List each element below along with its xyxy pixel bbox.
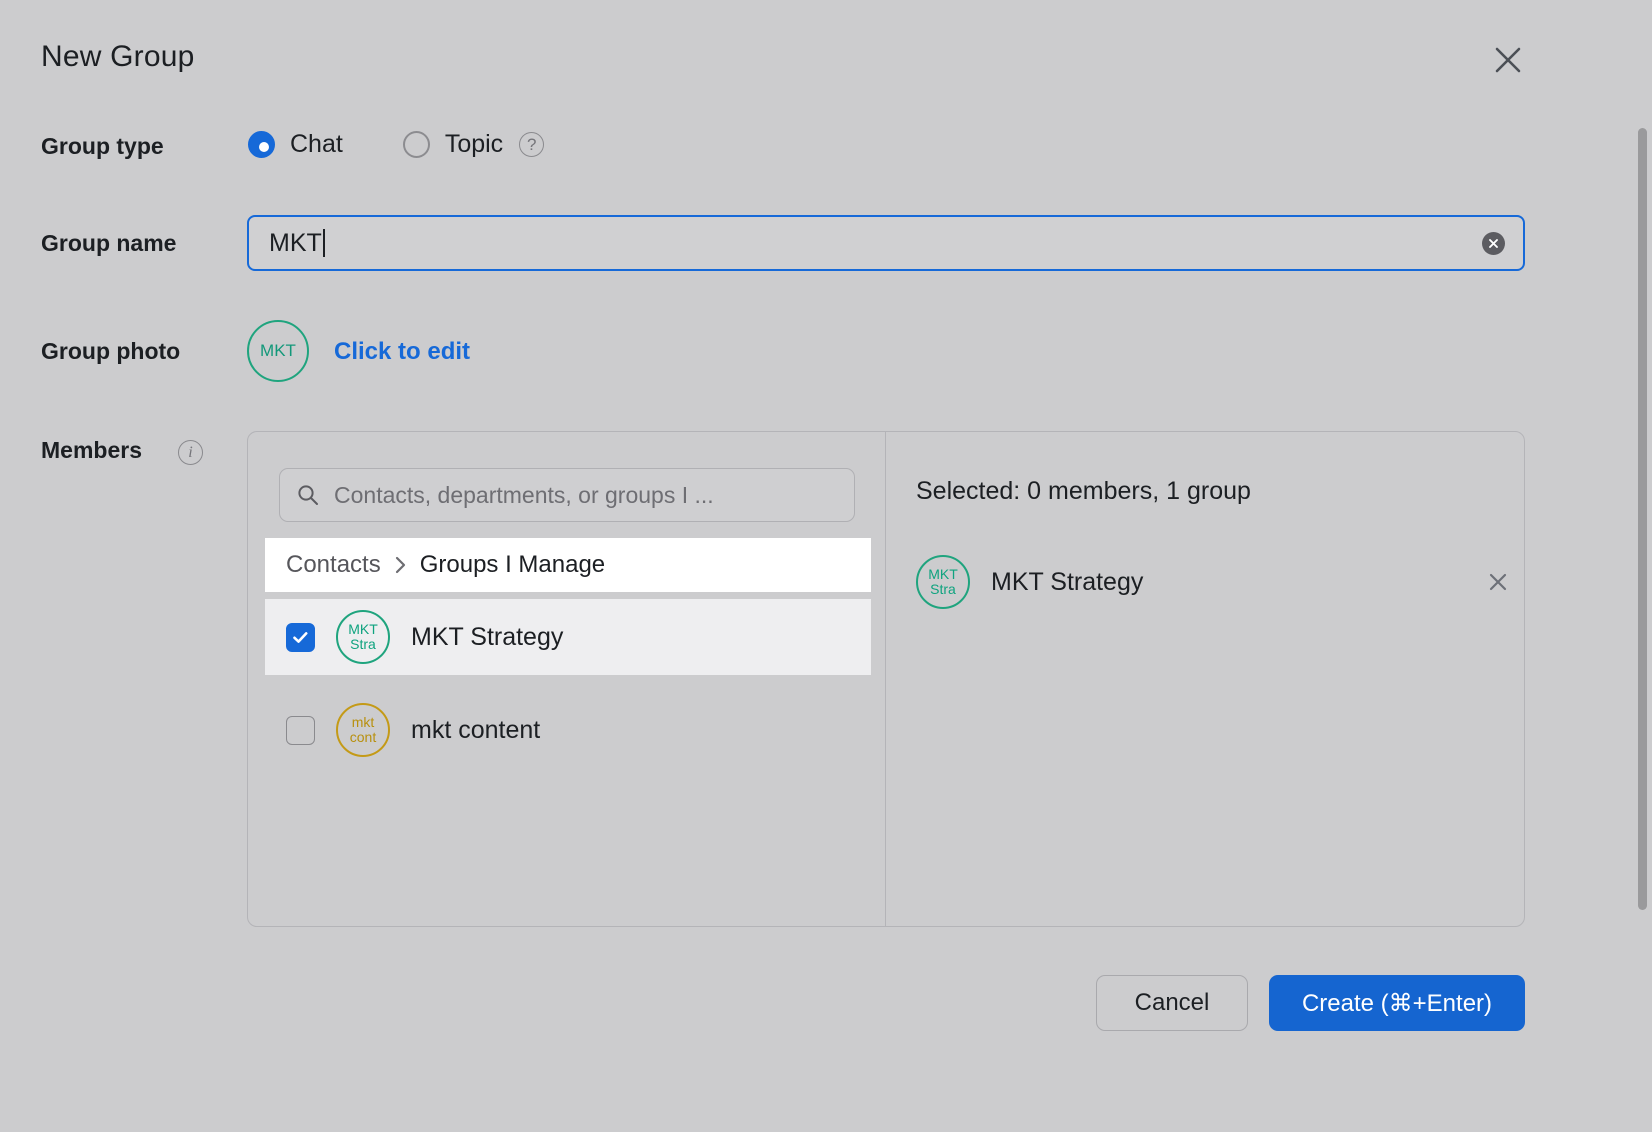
remove-icon[interactable] [1481,565,1515,599]
radio-unselected-icon [403,131,430,158]
radio-option-topic-label: Topic [445,130,503,159]
group-type-radio-group: Chat Topic ? [248,130,544,159]
question-mark-icon[interactable]: ? [519,132,544,157]
avatar-line-1: MKT [348,622,378,637]
list-item-label: MKT Strategy [411,623,563,652]
avatar-line-1: MKT [928,567,958,582]
radio-option-topic[interactable]: Topic ? [403,130,544,159]
breadcrumb-current: Groups I Manage [420,551,605,579]
search-placeholder: Contacts, departments, or groups I ... [334,482,714,509]
avatar: MKT Stra [916,555,970,609]
group-name-label: Group name [41,230,176,257]
selected-summary: Selected: 0 members, 1 group [916,477,1251,506]
breadcrumb: Contacts Groups I Manage [265,538,871,592]
list-item[interactable]: mkt cont mkt content [265,692,871,768]
page-title: New Group [41,40,195,74]
checkbox-unchecked-icon[interactable] [286,716,315,745]
radio-option-chat-label: Chat [290,130,343,159]
avatar: mkt cont [336,703,390,757]
group-type-label: Group type [41,133,164,160]
avatar-line-2: Stra [350,637,376,652]
avatar-line-2: Stra [930,582,956,597]
chevron-right-icon [393,554,408,576]
selected-item-label: MKT Strategy [991,568,1481,597]
members-browser: Contacts, departments, or groups I ... C… [248,432,886,926]
cancel-button[interactable]: Cancel [1096,975,1248,1031]
radio-selected-icon [248,131,275,158]
search-icon [296,483,320,507]
avatar-line-1: mkt [352,715,375,730]
list-item[interactable]: MKT Stra MKT Strategy [265,599,871,675]
selected-members-panel: Selected: 0 members, 1 group MKT Stra MK… [886,432,1524,926]
clear-icon[interactable] [1482,232,1505,255]
group-name-value: MKT [269,229,1482,258]
new-group-dialog: New Group Group type Chat Topic ? Group … [0,0,1652,1132]
members-panel: Contacts, departments, or groups I ... C… [247,431,1525,927]
search-input[interactable]: Contacts, departments, or groups I ... [279,468,855,522]
selected-item: MKT Stra MKT Strategy [916,552,1523,612]
radio-option-chat[interactable]: Chat [248,130,343,159]
group-photo-label: Group photo [41,338,180,365]
avatar-line-2: cont [350,730,376,745]
breadcrumb-root[interactable]: Contacts [286,551,381,579]
edit-photo-link[interactable]: Click to edit [334,338,470,366]
group-photo-avatar[interactable]: MKT [247,320,309,382]
text-caret [323,229,325,257]
avatar: MKT Stra [336,610,390,664]
create-button[interactable]: Create (⌘+Enter) [1269,975,1525,1031]
members-label: Members [41,437,142,464]
group-name-input[interactable]: MKT [247,215,1525,271]
scrollbar-thumb[interactable] [1638,128,1647,910]
checkbox-checked-icon[interactable] [286,623,315,652]
list-item-label: mkt content [411,716,540,745]
close-icon[interactable] [1486,38,1530,82]
info-icon[interactable]: i [178,440,203,465]
